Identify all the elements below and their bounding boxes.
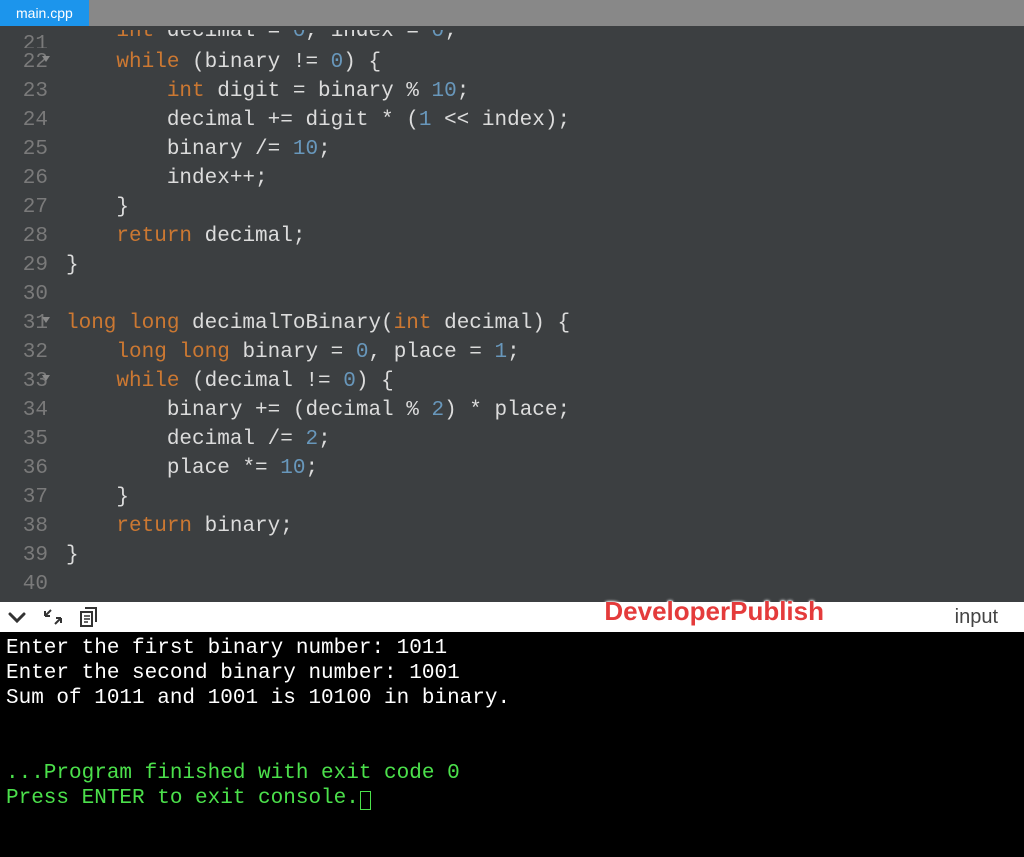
console-prompt: Press ENTER to exit console. bbox=[6, 787, 359, 810]
console-exit: ...Program finished with exit code 0 bbox=[6, 762, 460, 785]
expand-icon[interactable] bbox=[44, 608, 62, 626]
tab-label: main.cpp bbox=[16, 5, 73, 21]
console-line: Enter the first binary number: 1011 bbox=[6, 637, 447, 660]
tab-file[interactable]: main.cpp bbox=[0, 0, 89, 26]
code-editor[interactable]: 2122232425262728293031323334353637383940… bbox=[0, 26, 1024, 602]
output-console[interactable]: Enter the first binary number: 1011 Ente… bbox=[0, 632, 1024, 857]
code-content[interactable]: int decimal = 0, index = 0; while (binar… bbox=[58, 26, 1024, 602]
console-line: Enter the second binary number: 1001 bbox=[6, 662, 460, 685]
input-label[interactable]: input bbox=[955, 606, 998, 629]
console-cursor bbox=[360, 791, 371, 810]
line-number-gutter: 2122232425262728293031323334353637383940 bbox=[0, 26, 58, 602]
console-toolbar: DeveloperPublish input bbox=[0, 602, 1024, 632]
copy-icon[interactable] bbox=[80, 607, 98, 627]
tab-bar: main.cpp bbox=[0, 0, 1024, 26]
console-line: Sum of 1011 and 1001 is 10100 in binary. bbox=[6, 687, 510, 710]
collapse-icon[interactable] bbox=[8, 610, 26, 624]
